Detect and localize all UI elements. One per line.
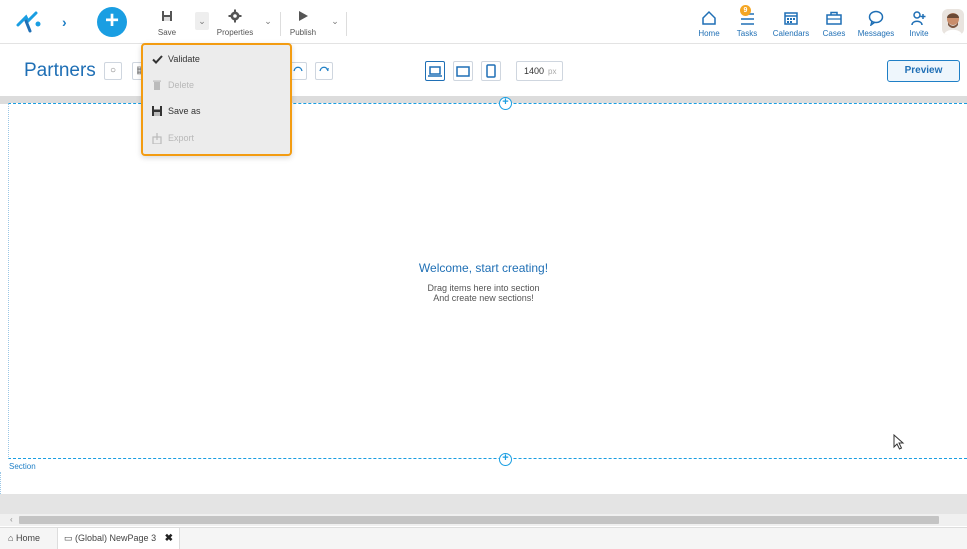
add-section-top-button[interactable]: + <box>499 97 512 110</box>
tab-home[interactable]: ⌂ Home <box>2 528 46 549</box>
menu-item-validate-label: Validate <box>168 54 200 64</box>
menu-item-export-label: Export <box>168 133 195 143</box>
nav-calendars[interactable]: Calendars <box>771 8 811 38</box>
bottom-tab-bar: ⌂ Home ▭ (Global) NewPage 3 ✖ <box>0 527 967 549</box>
properties-button[interactable]: Properties <box>215 7 255 39</box>
nav-calendars-label: Calendars <box>772 29 810 38</box>
properties-dropdown-chevron-icon[interactable]: ⌄ <box>261 12 275 30</box>
top-toolbar: › + Save ⌄ Properties ⌄ Publish ⌄ Home 9 <box>0 0 967 44</box>
save-icon <box>151 106 163 116</box>
page-section-dropzone[interactable] <box>8 103 967 459</box>
publish-dropdown-chevron-icon[interactable]: ⌄ <box>328 12 342 30</box>
play-icon <box>288 7 318 25</box>
save-label: Save <box>157 28 177 37</box>
page-icon: ▭ <box>64 533 73 543</box>
nav-invite-label: Invite <box>909 29 929 38</box>
nav-invite[interactable]: Invite <box>906 8 932 38</box>
menu-item-validate[interactable]: Validate <box>151 50 200 68</box>
create-new-button[interactable]: + <box>97 7 127 37</box>
menu-item-save-as[interactable]: Save as <box>151 102 201 120</box>
user-avatar[interactable] <box>942 9 964 35</box>
nav-home-label: Home <box>698 29 720 38</box>
canvas-bottom-strip <box>0 494 967 514</box>
desktop-view-button[interactable] <box>425 61 445 81</box>
nav-home[interactable]: Home <box>695 8 723 38</box>
tasks-icon: 9 <box>733 5 761 28</box>
tab-home-label: Home <box>15 533 40 543</box>
app-logo-icon[interactable] <box>14 9 44 35</box>
canvas-width-value: 1400 <box>524 66 545 76</box>
add-user-icon <box>906 8 932 28</box>
save-dropdown-menu: Validate Delete Save as Export <box>141 43 292 156</box>
preview-button[interactable]: Preview <box>887 60 960 82</box>
mobile-view-button[interactable] <box>481 61 501 81</box>
redo-button[interactable] <box>315 62 333 80</box>
hint-line-1: Drag items here into section <box>427 283 540 293</box>
expand-menu-chevron-icon[interactable]: › <box>62 14 74 30</box>
section-label: Section <box>9 462 36 471</box>
menu-item-export: Export <box>151 129 194 147</box>
publish-label: Publish <box>289 28 317 37</box>
close-tab-icon[interactable]: ✖ <box>165 533 173 544</box>
toolbar-divider <box>280 12 281 36</box>
canvas-below-area <box>0 472 967 494</box>
add-section-bottom-button[interactable]: + <box>499 453 512 466</box>
nav-cases[interactable]: Cases <box>821 8 847 38</box>
menu-item-delete: Delete <box>151 76 194 94</box>
undo-icon <box>293 66 303 72</box>
tablet-icon <box>456 65 470 77</box>
welcome-heading: Welcome, start creating! <box>418 261 549 275</box>
phone-icon <box>486 64 496 78</box>
home-icon <box>695 8 723 28</box>
tablet-view-button[interactable] <box>453 61 473 81</box>
tasks-badge: 9 <box>740 5 751 16</box>
scrollbar-thumb[interactable] <box>19 516 939 524</box>
briefcase-icon <box>821 8 847 28</box>
canvas-width-input[interactable]: 1400 px <box>516 61 563 81</box>
menu-item-save-as-label: Save as <box>168 106 201 116</box>
gear-icon <box>215 7 255 25</box>
tab-newpage-label: (Global) NewPage 3 <box>75 533 157 543</box>
save-icon <box>153 7 181 25</box>
home-icon: ⌂ <box>8 533 14 543</box>
redo-icon <box>319 66 329 72</box>
menu-item-delete-label: Delete <box>168 80 195 90</box>
canvas-width-unit: px <box>548 67 557 76</box>
tab-newpage[interactable]: ▭ (Global) NewPage 3 ✖ <box>57 528 180 549</box>
horizontal-scrollbar[interactable]: ‹ <box>0 514 967 526</box>
chat-bubble-icon <box>856 8 896 28</box>
mouse-cursor-icon <box>893 433 905 453</box>
nav-tasks-label: Tasks <box>736 29 758 38</box>
page-title: Partners <box>24 60 96 81</box>
check-icon <box>151 54 163 64</box>
save-button[interactable]: Save <box>153 7 181 39</box>
properties-label: Properties <box>216 28 254 37</box>
toolbar-divider <box>346 12 347 36</box>
nav-messages-label: Messages <box>857 29 895 38</box>
scroll-left-arrow-icon[interactable]: ‹ <box>10 515 13 524</box>
nav-messages[interactable]: Messages <box>856 8 896 38</box>
nav-cases-label: Cases <box>822 29 846 38</box>
hint-line-2: And create new sections! <box>433 293 534 303</box>
nav-tasks[interactable]: 9 Tasks <box>733 5 761 38</box>
laptop-icon <box>428 65 442 77</box>
page-settings-button[interactable]: ○ <box>104 62 122 80</box>
save-dropdown-chevron-icon[interactable]: ⌄ <box>195 12 209 30</box>
publish-button[interactable]: Publish <box>288 7 318 39</box>
calendar-icon <box>771 8 811 28</box>
trash-icon <box>151 80 163 90</box>
export-icon <box>151 132 163 144</box>
